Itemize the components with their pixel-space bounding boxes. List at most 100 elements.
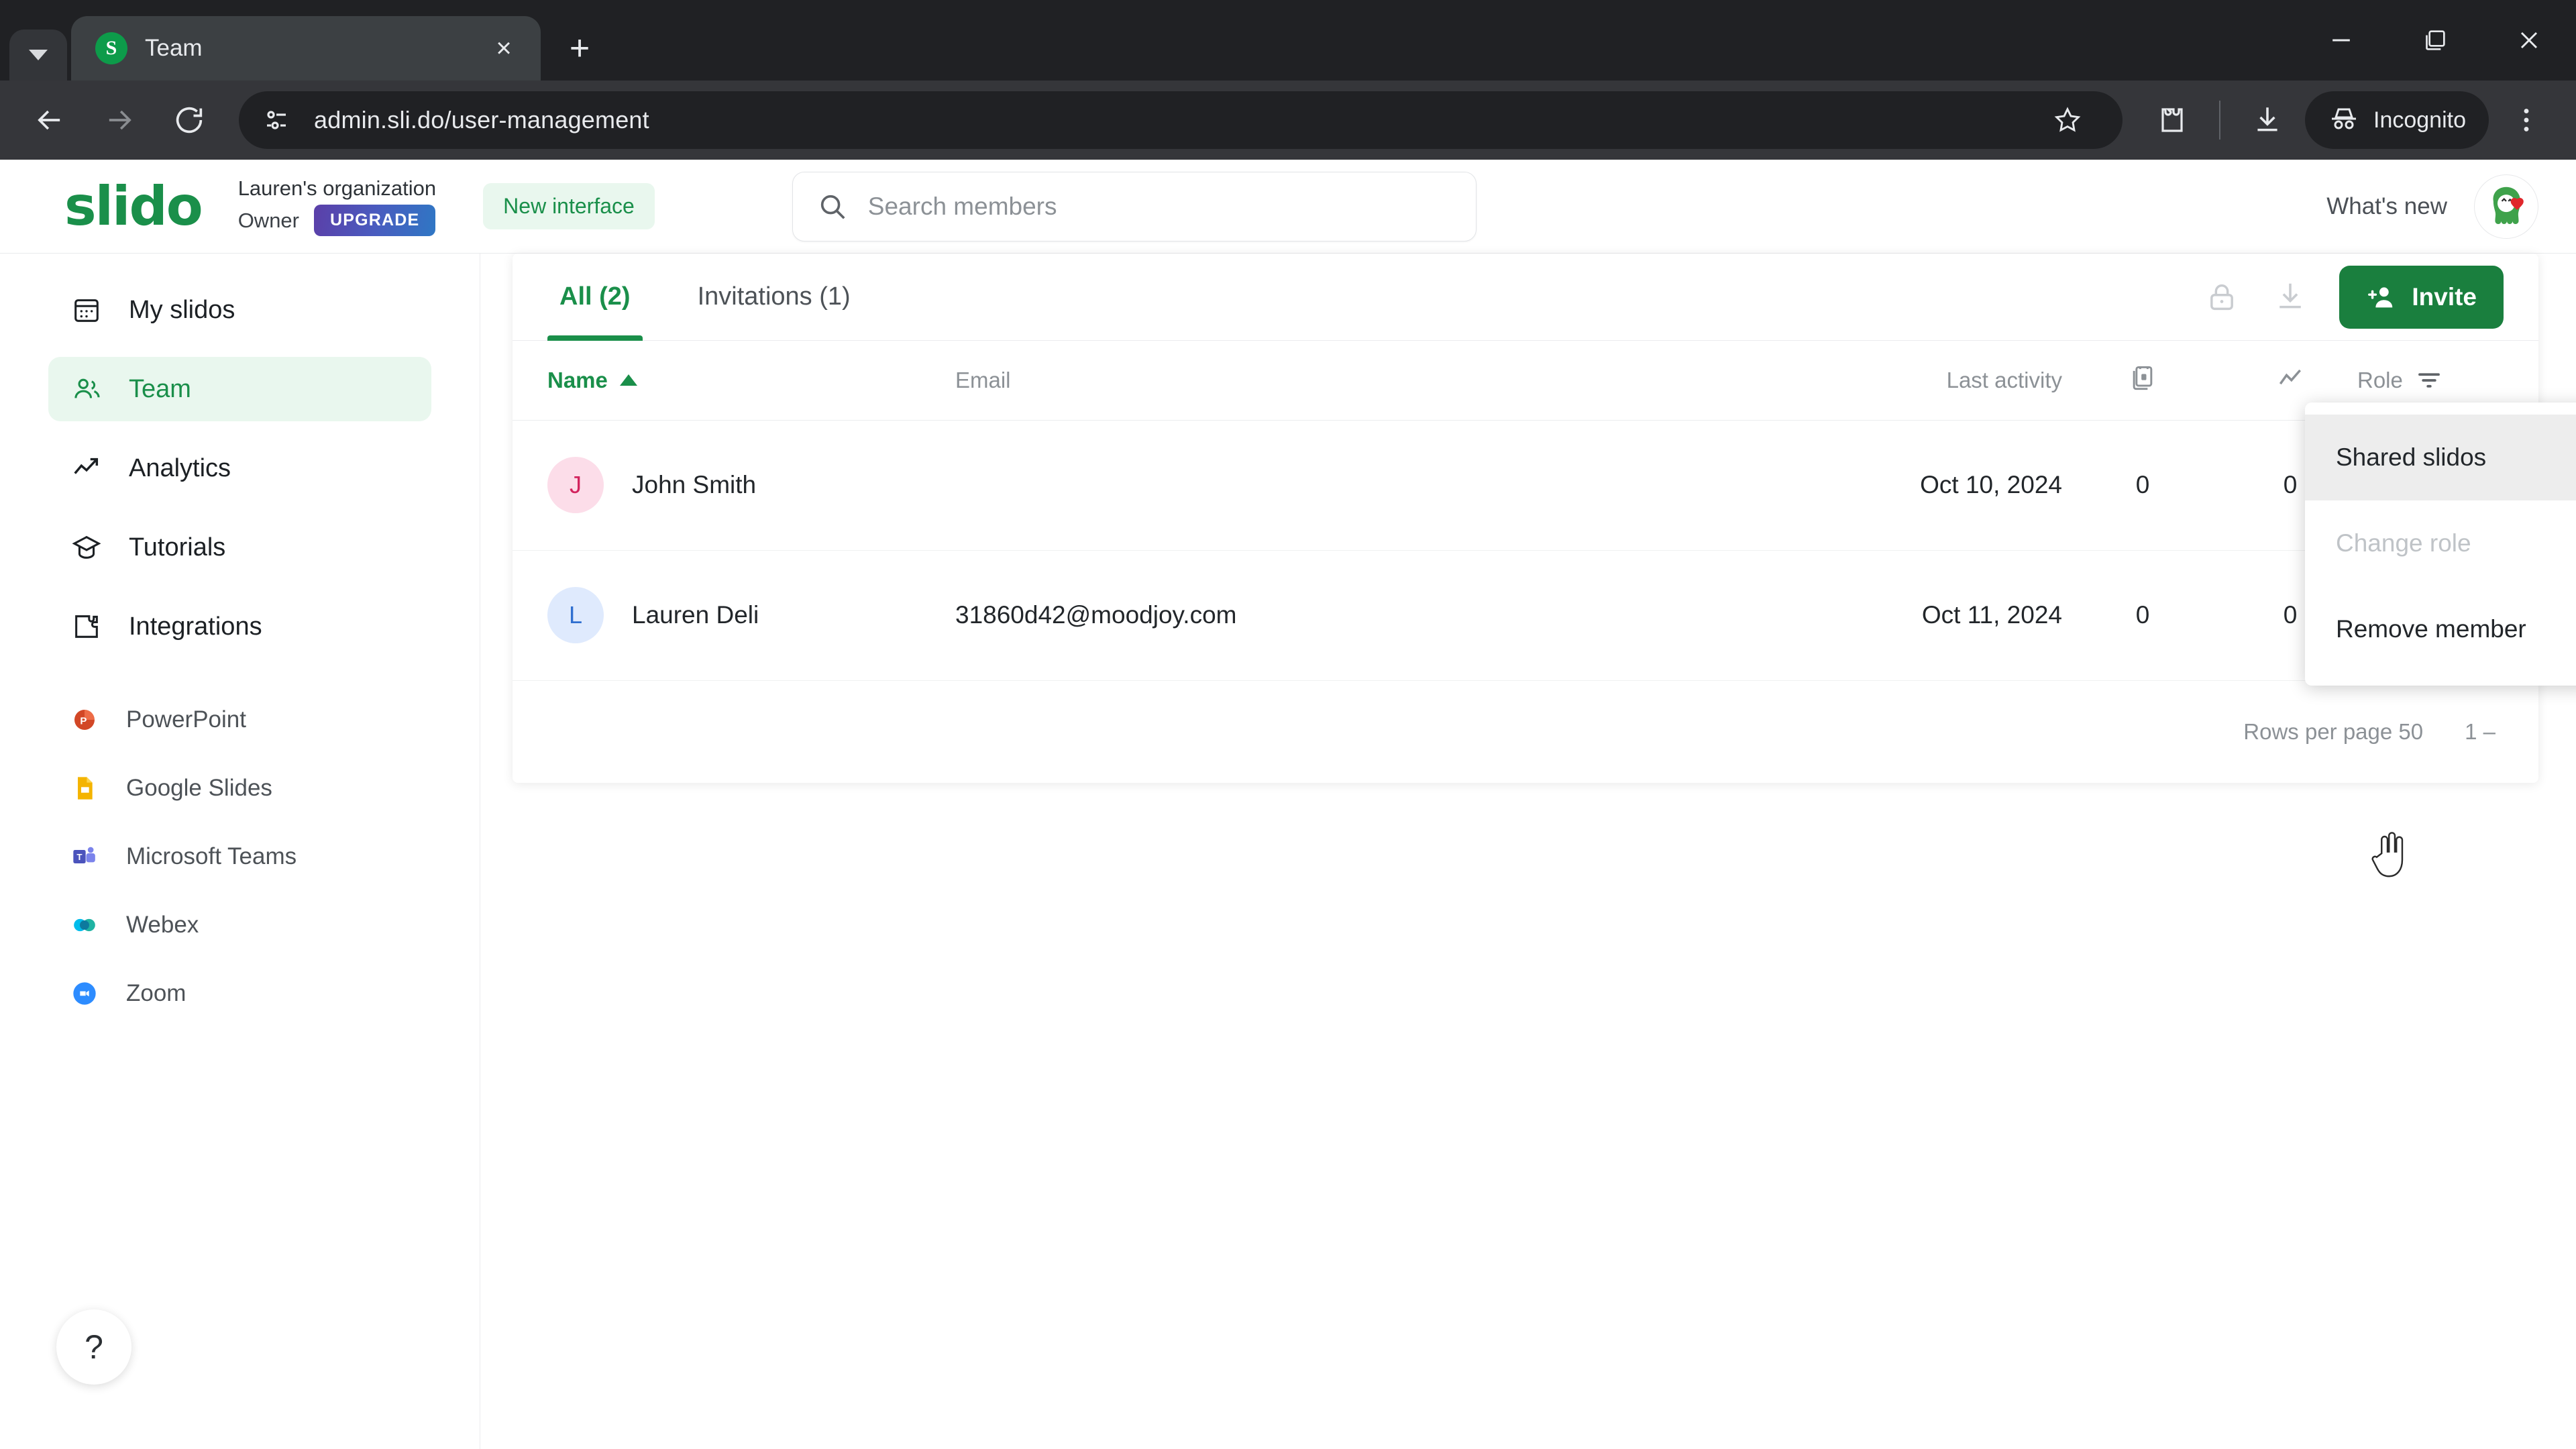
column-events[interactable] [2062, 341, 2223, 420]
sidebar-label: Tutorials [129, 533, 225, 562]
integration-label: Google Slides [126, 775, 272, 802]
integration-zoom[interactable]: Zoom [0, 959, 480, 1028]
upgrade-button[interactable]: UPGRADE [314, 205, 435, 236]
event-cards-icon [2128, 363, 2157, 392]
cell-last-activity: Oct 11, 2024 [1747, 550, 2062, 680]
menu-item-shared-slidos[interactable]: Shared slidos [2305, 415, 2576, 500]
sidebar-item-integrations[interactable]: Integrations [48, 594, 431, 659]
sidebar-item-tutorials[interactable]: Tutorials [48, 515, 431, 580]
slido-logo[interactable]: slido [64, 180, 202, 233]
integration-microsoft-teams[interactable]: T Microsoft Teams [0, 822, 480, 891]
browser-toolbar: admin.sli.do/user-management Incognito [0, 80, 2576, 160]
organization-block: Lauren's organization Owner UPGRADE [238, 176, 436, 236]
integration-label: Microsoft Teams [126, 843, 297, 870]
organization-name: Lauren's organization [238, 176, 436, 201]
address-bar[interactable]: admin.sli.do/user-management [239, 91, 2123, 149]
star-icon[interactable] [2035, 88, 2100, 152]
avatar: J [547, 457, 604, 513]
incognito-icon [2328, 104, 2360, 136]
user-avatar[interactable] [2474, 174, 2538, 239]
cell-events: 0 [2062, 420, 2223, 550]
slido-favicon-icon: S [95, 32, 127, 64]
whats-new-button[interactable]: What's new [2326, 193, 2447, 220]
page-info-icon[interactable] [262, 104, 294, 136]
search-icon [817, 191, 848, 222]
search-placeholder: Search members [868, 193, 1057, 221]
invite-button[interactable]: Invite [2339, 266, 2504, 329]
reload-icon[interactable] [157, 88, 221, 152]
tab-all[interactable]: All (2) [547, 254, 643, 341]
tab-search-button[interactable] [9, 30, 67, 80]
browser-tab[interactable]: S Team × [71, 16, 541, 80]
back-arrow-icon[interactable] [17, 88, 82, 152]
invite-label: Invite [2412, 283, 2477, 311]
table-row[interactable]: L Lauren Deli 31860d42@moodjoy.com Oct 1… [513, 550, 2576, 680]
help-button[interactable]: ? [56, 1309, 131, 1385]
window-controls [2294, 0, 2576, 80]
cell-email [955, 420, 1747, 550]
page-range: 1 – [2465, 719, 2496, 745]
integration-powerpoint[interactable]: P PowerPoint [0, 686, 480, 754]
column-last-activity[interactable]: Last activity [1747, 341, 2062, 420]
chevron-down-icon [29, 50, 48, 60]
kebab-menu-icon[interactable] [2494, 88, 2559, 152]
column-name[interactable]: Name [513, 341, 955, 420]
close-icon[interactable] [2482, 0, 2576, 80]
members-table: Name Email Last activity [513, 341, 2576, 681]
menu-item-change-role: Change role [2305, 500, 2576, 586]
integration-label: PowerPoint [126, 706, 246, 733]
sidebar-label: Team [129, 375, 191, 404]
main-content: All (2) Invitations (1) [480, 254, 2576, 1449]
trend-up-icon [2275, 363, 2305, 392]
avatar: L [547, 587, 604, 643]
app-header: slido Lauren's organization Owner UPGRAD… [0, 160, 2576, 254]
new-tab-button[interactable]: + [553, 21, 606, 75]
lock-icon[interactable] [2202, 278, 2241, 317]
svg-text:T: T [76, 852, 82, 862]
table-footer: Rows per page 50 1 – [513, 681, 2538, 783]
tab-invitations[interactable]: Invitations (1) [686, 254, 863, 341]
header-right: What's new [2326, 174, 2538, 239]
integration-label: Zoom [126, 980, 186, 1007]
cell-name: J John Smith [513, 420, 955, 550]
restore-icon[interactable] [2388, 0, 2482, 80]
members-card: All (2) Invitations (1) [513, 254, 2538, 783]
graduation-cap-icon [71, 532, 102, 563]
sidebar-item-my-slidos[interactable]: My slidos [48, 278, 431, 342]
download-icon[interactable] [2271, 278, 2310, 317]
search-input[interactable]: Search members [792, 172, 1477, 241]
incognito-profile-button[interactable]: Incognito [2305, 91, 2489, 149]
member-name: Lauren Deli [632, 601, 759, 629]
minimize-icon[interactable] [2294, 0, 2388, 80]
close-icon[interactable]: × [487, 35, 521, 62]
members-tabs: All (2) Invitations (1) [513, 254, 2538, 341]
add-person-icon [2366, 282, 2397, 313]
page-content: slido Lauren's organization Owner UPGRAD… [0, 160, 2576, 1449]
sidebar: My slidos Team Analytics [0, 254, 480, 1449]
sidebar-item-team[interactable]: Team [48, 357, 431, 421]
cell-events: 0 [2062, 550, 2223, 680]
google-slides-icon [71, 775, 98, 802]
tabs-actions: Invite [2202, 266, 2504, 329]
download-icon[interactable] [2235, 88, 2300, 152]
sort-ascending-icon [620, 374, 637, 386]
microsoft-teams-icon: T [71, 843, 98, 870]
extensions-icon[interactable] [2140, 88, 2204, 152]
menu-item-remove-member[interactable]: Remove member [2305, 586, 2576, 672]
table-header-row: Name Email Last activity [513, 341, 2576, 420]
profile-label: Incognito [2373, 107, 2466, 133]
rows-per-page[interactable]: Rows per page 50 [2243, 719, 2423, 745]
filter-icon[interactable] [2415, 366, 2443, 394]
sidebar-item-analytics[interactable]: Analytics [48, 436, 431, 500]
forward-arrow-icon[interactable] [87, 88, 152, 152]
row-context-menu: Shared slidos Change role Remove member [2305, 402, 2576, 686]
integration-google-slides[interactable]: Google Slides [0, 754, 480, 822]
column-email[interactable]: Email [955, 341, 1747, 420]
browser-window: S Team × + [0, 0, 2576, 1449]
new-interface-button[interactable]: New interface [483, 183, 655, 229]
table-row[interactable]: J John Smith Oct 10, 2024 0 0 Guest [513, 420, 2576, 550]
cell-name: L Lauren Deli [513, 550, 955, 680]
integration-webex[interactable]: Webex [0, 891, 480, 959]
zoom-icon [71, 980, 98, 1007]
integration-label: Webex [126, 912, 199, 938]
